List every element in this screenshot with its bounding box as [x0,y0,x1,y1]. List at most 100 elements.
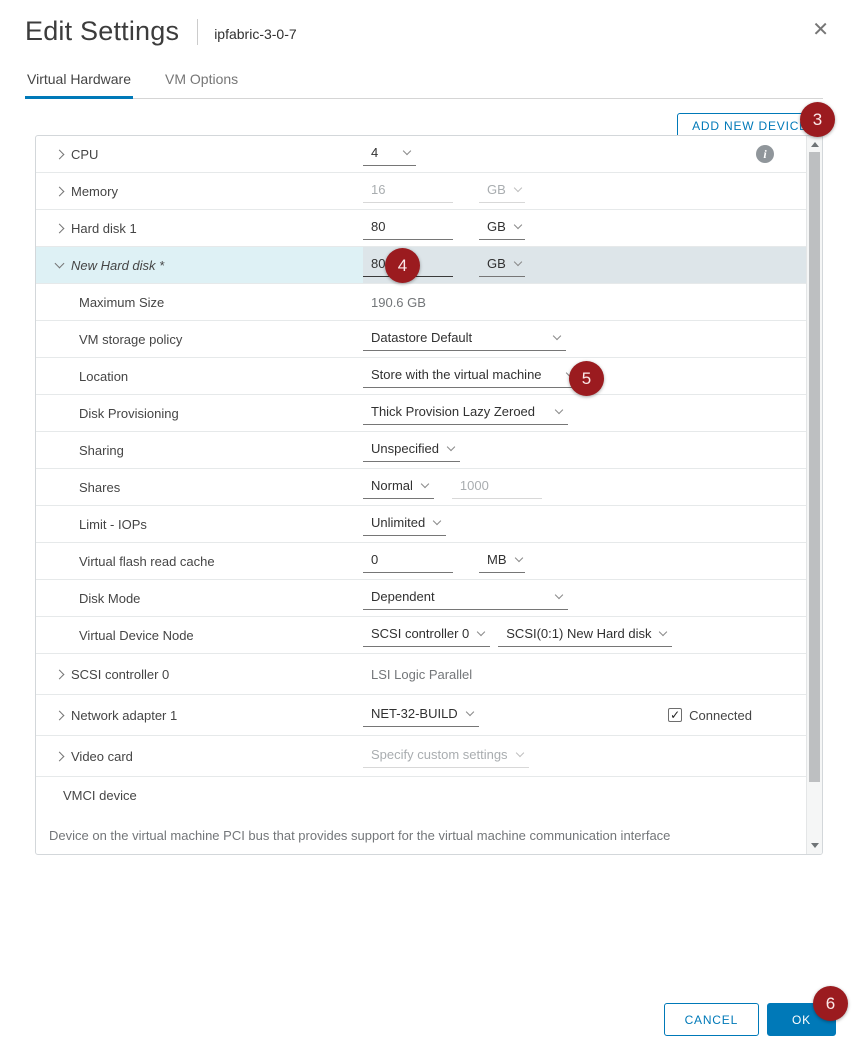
chevron-right-icon[interactable] [55,710,65,720]
flash-cache-unit-select[interactable]: MB [479,549,525,573]
header-divider [197,19,198,45]
chevron-down-icon [433,516,441,524]
row-label: VMCI device [63,788,137,803]
chevron-down-icon[interactable] [55,258,65,268]
shares-value-input[interactable] [452,475,542,499]
chevron-down-icon [553,331,561,339]
scroll-up-icon[interactable] [811,142,819,147]
close-icon[interactable]: ✕ [808,16,833,44]
chevron-down-icon [514,220,522,228]
row-label: Limit - IOPs [79,517,147,532]
memory-unit-select[interactable]: GB [479,179,525,203]
tab-bar: Virtual Hardware VM Options [25,65,823,99]
row-label: Hard disk 1 [71,221,137,236]
table-row-disk-provisioning: Disk Provisioning Thick Provision Lazy Z… [36,395,806,432]
row-label: SCSI controller 0 [71,667,169,682]
sharing-select[interactable]: Unspecified [363,438,460,462]
new-hard-disk-unit-select[interactable]: GB [479,253,525,277]
chevron-down-icon [465,707,473,715]
row-label: Shares [79,480,120,495]
vm-storage-policy-select[interactable]: Datastore Default [363,327,566,351]
limit-iops-select[interactable]: Unlimited [363,512,446,536]
table-row-sharing: Sharing Unspecified [36,432,806,469]
chevron-down-icon [515,748,523,756]
table-row-disk-mode: Disk Mode Dependent [36,580,806,617]
scsi-controller-type: LSI Logic Parallel [363,667,472,682]
annotation-badge-6: 6 [813,986,848,1021]
dialog-footer: CANCEL OK [664,1003,836,1036]
chevron-down-icon [514,183,522,191]
chevron-down-icon [477,627,485,635]
table-row-virtual-device-node: Virtual Device Node SCSI controller 0 SC… [36,617,806,654]
table-row-memory: Memory GB [36,173,806,210]
disk-provisioning-select[interactable]: Thick Provision Lazy Zeroed [363,401,568,425]
table-row-virtual-flash-read-cache: Virtual flash read cache MB [36,543,806,580]
chevron-down-icon [659,627,667,635]
table-row-new-hard-disk: New Hard disk * GB [36,247,806,284]
connected-checkbox[interactable]: ✓ [668,708,682,722]
vertical-scrollbar[interactable] [806,136,822,854]
table-row-cpu: CPU 4 i [36,136,806,173]
chevron-down-icon [403,146,411,154]
annotation-badge-4: 4 [385,248,420,283]
memory-size-input[interactable] [363,179,453,203]
scroll-down-icon[interactable] [811,843,819,848]
shares-level-select[interactable]: Normal [363,475,434,499]
chevron-down-icon [555,405,563,413]
chevron-right-icon[interactable] [55,751,65,761]
tab-vm-options[interactable]: VM Options [163,65,240,98]
toolbar: ADD NEW DEVICE [0,99,858,138]
row-label: Disk Mode [79,591,140,606]
flash-cache-size-input[interactable] [363,549,453,573]
table-row-vmci-device: VMCI device [36,777,806,814]
vm-name: ipfabric-3-0-7 [214,26,296,42]
hard-disk-1-unit-select[interactable]: GB [479,216,525,240]
chevron-right-icon[interactable] [55,186,65,196]
maximum-size-value: 190.6 GB [363,295,426,310]
table-row-maximum-size: Maximum Size 190.6 GB [36,284,806,321]
location-select[interactable]: Store with the virtual machine [363,364,579,388]
table-row-vm-storage-policy: VM storage policy Datastore Default [36,321,806,358]
cancel-button[interactable]: CANCEL [664,1003,759,1036]
cpu-count-select[interactable]: 4 [363,142,416,166]
disk-mode-select[interactable]: Dependent [363,586,568,610]
table-row-hard-disk-1: Hard disk 1 GB [36,210,806,247]
chevron-right-icon[interactable] [55,223,65,233]
row-label: Sharing [79,443,124,458]
network-select[interactable]: NET-32-BUILD [363,703,479,727]
dialog-title: Edit Settings [25,16,179,47]
scrollbar-thumb[interactable] [809,152,820,782]
row-label: Virtual flash read cache [79,554,215,569]
row-label: CPU [71,147,98,162]
info-icon[interactable]: i [756,145,774,163]
row-label: Location [79,369,128,384]
chevron-right-icon[interactable] [55,669,65,679]
row-label: Virtual Device Node [79,628,194,643]
row-label: Maximum Size [79,295,164,310]
row-label: Network adapter 1 [71,708,177,723]
virtual-hardware-table: CPU 4 i Memory GB [35,135,823,855]
scsi-controller-select[interactable]: SCSI controller 0 [363,623,490,647]
chevron-down-icon [555,590,563,598]
row-label: New Hard disk * [71,258,164,273]
device-node-select[interactable]: SCSI(0:1) New Hard disk [498,623,672,647]
row-label: Memory [71,184,118,199]
video-card-select[interactable]: Specify custom settings [363,744,529,768]
chevron-down-icon [421,479,429,487]
dialog-header: Edit Settings ipfabric-3-0-7 ✕ [0,0,858,47]
table-row-scsi-controller-0: SCSI controller 0 LSI Logic Parallel [36,654,806,695]
chevron-down-icon [514,553,522,561]
row-label: VM storage policy [79,332,182,347]
table-row-limit-iops: Limit - IOPs Unlimited [36,506,806,543]
tab-virtual-hardware[interactable]: Virtual Hardware [25,65,133,99]
chevron-down-icon [514,257,522,265]
row-label: Video card [71,749,133,764]
hard-disk-1-size-input[interactable] [363,216,453,240]
table-row-network-adapter-1: Network adapter 1 NET-32-BUILD ✓ Connect… [36,695,806,736]
annotation-badge-3: 3 [800,102,835,137]
table-row-shares: Shares Normal [36,469,806,506]
chevron-right-icon[interactable] [55,149,65,159]
vmci-device-description: Device on the virtual machine PCI bus th… [36,814,806,855]
connected-label: Connected [689,708,752,723]
table-row-location: Location Store with the virtual machine [36,358,806,395]
